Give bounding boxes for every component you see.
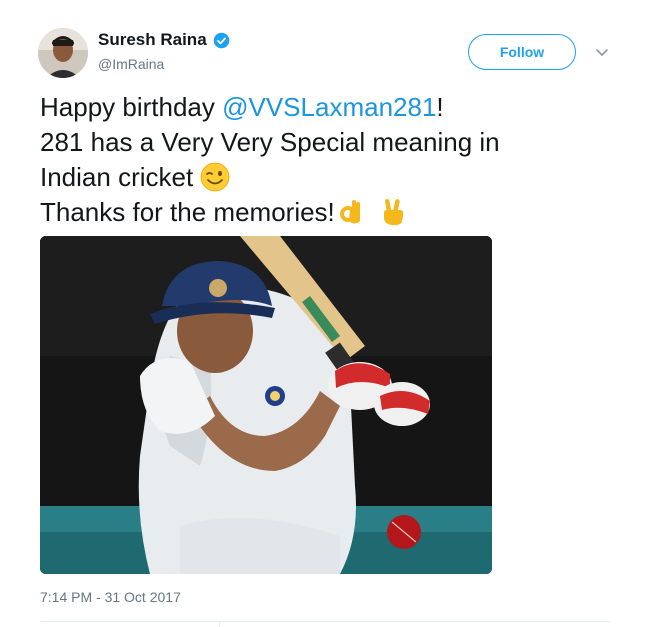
user-handle[interactable]: @ImRaina — [98, 56, 230, 72]
tweet-line-4: Thanks for the memories! — [40, 195, 620, 230]
tweet-line-3: Indian cricket — [40, 160, 620, 195]
ok-hand-icon — [339, 200, 360, 224]
verified-badge-icon — [213, 32, 229, 48]
victory-hand-icon — [384, 199, 404, 226]
display-name[interactable]: Suresh Raina — [98, 30, 207, 50]
tweet-text: Happy birthday @VVSLaxman281! 281 has a … — [40, 90, 620, 230]
tweet-line-1: Happy birthday @VVSLaxman281! — [40, 90, 620, 125]
follow-button[interactable]: Follow — [468, 34, 576, 70]
tweet-card: Suresh Raina @ImRaina Follow Happy birth… — [0, 0, 650, 627]
mention-link[interactable]: @VVSLaxman281 — [222, 92, 436, 122]
tweet-line-2: 281 has a Very Very Special meaning in — [40, 127, 500, 157]
chevron-down-icon[interactable] — [594, 44, 610, 60]
tweet-text-segment: Thanks for the memories! — [40, 197, 335, 227]
divider — [40, 621, 610, 622]
tweet-timestamp[interactable]: 7:14 PM - 31 Oct 2017 — [40, 589, 181, 605]
divider — [219, 621, 220, 627]
avatar[interactable] — [38, 28, 88, 78]
tweet-photo[interactable] — [40, 236, 492, 574]
cricket-batsman-photo-icon — [40, 236, 492, 574]
tweet-text-segment: Indian cricket — [40, 162, 194, 192]
tweet-text-segment: ! — [436, 92, 444, 122]
tweet-text-segment: Happy birthday — [40, 92, 223, 122]
winking-face-icon — [201, 162, 230, 192]
author-info[interactable]: Suresh Raina @ImRaina — [98, 30, 230, 72]
